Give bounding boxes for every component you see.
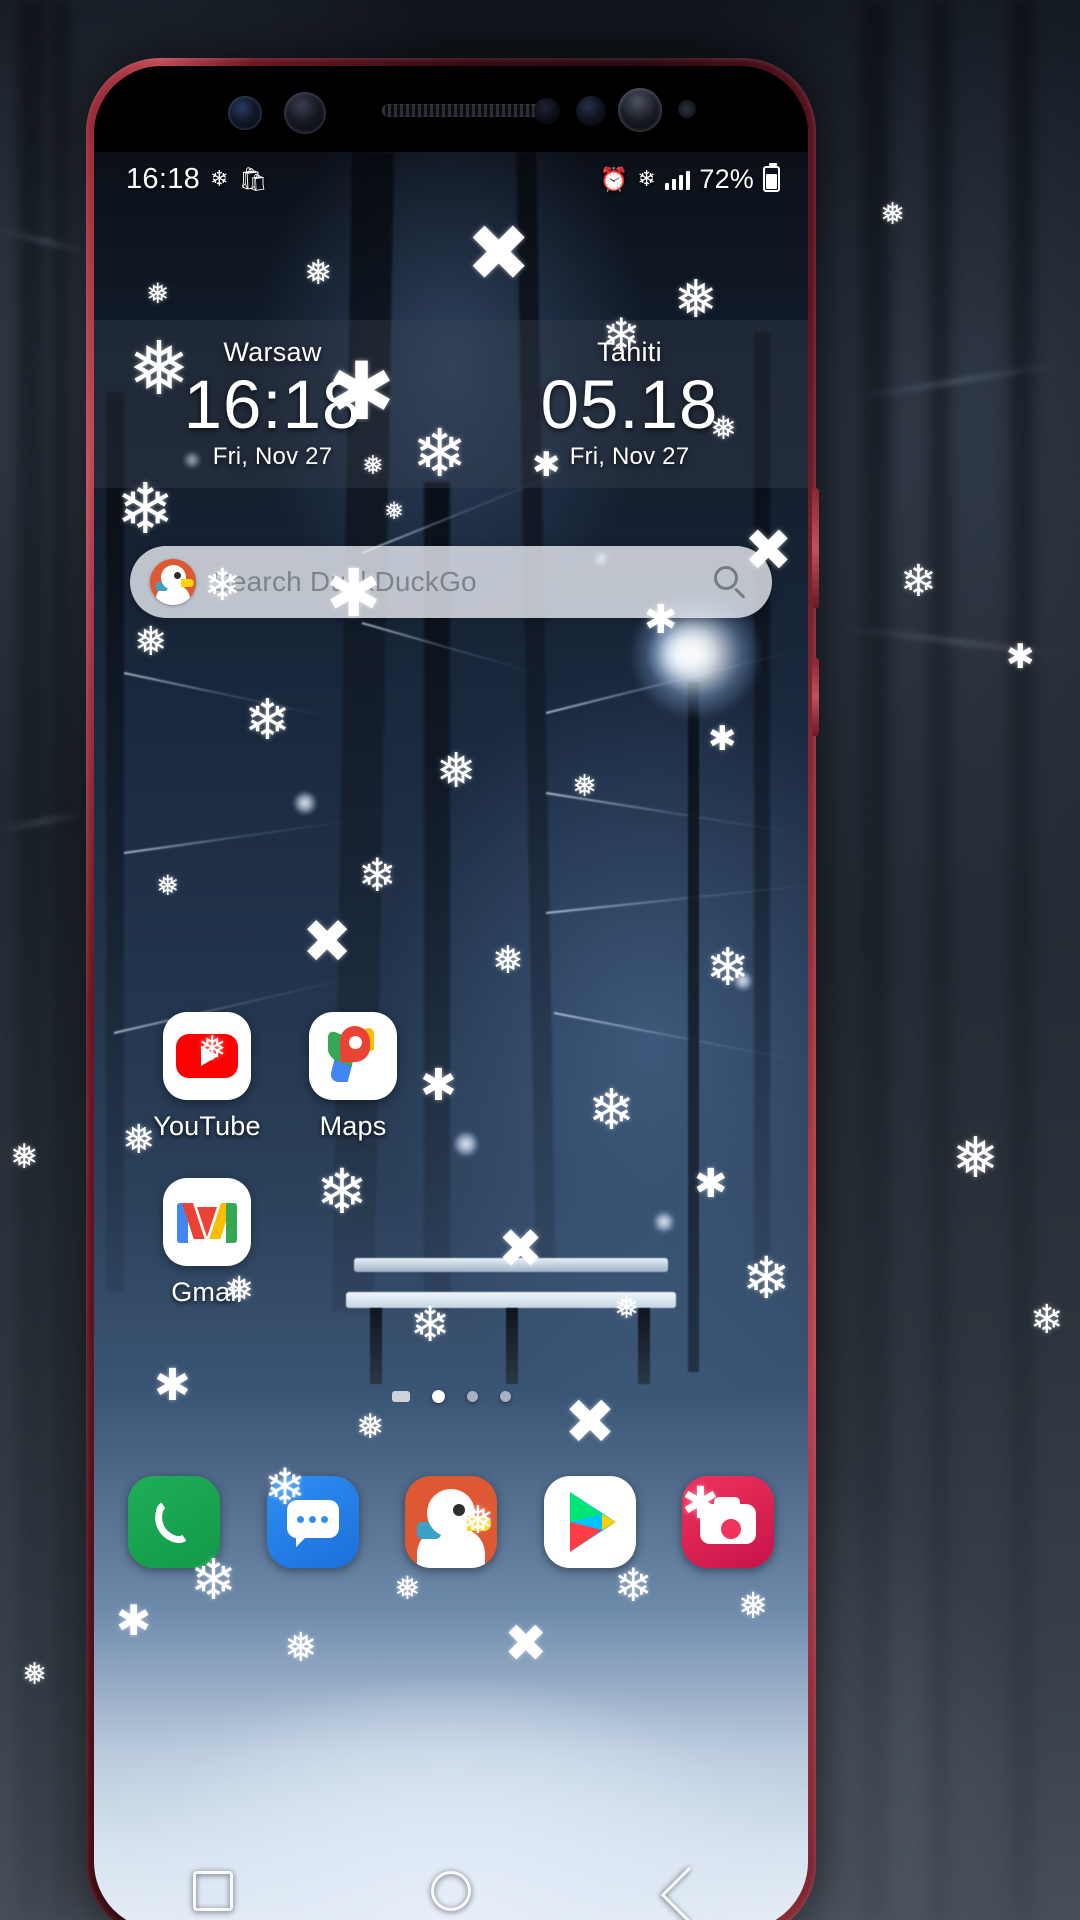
light-sensor-icon — [576, 96, 606, 126]
earpiece-speaker — [382, 104, 542, 117]
clock-time: 16:18 — [183, 365, 362, 443]
back-icon[interactable] — [660, 1866, 718, 1920]
page-dot-3[interactable] — [499, 1391, 511, 1402]
play-store-icon[interactable] — [543, 1476, 636, 1568]
search-icon[interactable] — [712, 564, 748, 600]
wallpaper-branch — [123, 672, 330, 718]
page-dot-1[interactable] — [431, 1390, 445, 1403]
camera-icon[interactable] — [682, 1476, 774, 1568]
bokeh-light — [294, 792, 316, 814]
home-icon[interactable] — [431, 1871, 471, 1911]
status-bar: 16:18 ❄ 🛍 ⏰ ❄ 72% — [94, 152, 808, 206]
battery-percentage-label: 72% — [699, 163, 754, 194]
secondary-camera-icon — [618, 88, 662, 132]
screenshot-stage: 16:18 ❄ 🛍 ⏰ ❄ 72% Warsaw 16:18 Fri, Nov … — [0, 0, 1080, 1920]
snowflake-icon: ❄ — [637, 166, 656, 191]
street-lamp-light — [632, 592, 760, 716]
app-label: YouTube — [153, 1111, 261, 1141]
app-label: Maps — [319, 1111, 387, 1141]
duckduckgo-search-bar[interactable]: Search DuckDuckGo — [130, 546, 772, 618]
signal-bars-icon — [664, 169, 691, 190]
status-bar-clock: 16:18 — [126, 162, 201, 195]
alarm-clock-icon: ⏰ — [599, 165, 629, 192]
app-youtube[interactable]: YouTube — [134, 1012, 280, 1142]
background-tree — [930, 0, 950, 1920]
proximity-sensor-icon — [534, 98, 560, 124]
phone-device-frame: 16:18 ❄ 🛍 ⏰ ❄ 72% Warsaw 16:18 Fri, Nov … — [86, 58, 819, 1920]
navigation-bar — [94, 1852, 808, 1920]
background-tree — [52, 0, 68, 1920]
front-camera-icon — [284, 92, 326, 134]
led-indicator-icon — [678, 100, 696, 118]
clock-warsaw[interactable]: Warsaw 16:18 Fri, Nov 27 — [94, 320, 451, 488]
background-tree — [18, 0, 44, 1920]
clock-date: Fri, Nov 27 — [569, 443, 690, 471]
power-button[interactable] — [812, 658, 819, 736]
duckduckgo-icon — [150, 559, 196, 605]
bokeh-light — [734, 972, 752, 990]
phone-icon[interactable] — [128, 1476, 220, 1568]
app-maps[interactable]: Maps — [280, 1012, 426, 1142]
status-bar-right: ⏰ ❄ 72% — [599, 162, 780, 195]
snowflake-icon: ❄ — [210, 166, 229, 191]
recents-icon[interactable] — [193, 1871, 233, 1911]
shopping-bag-icon: 🛍 — [238, 165, 268, 192]
youtube-icon[interactable] — [163, 1012, 251, 1100]
battery-icon — [763, 162, 780, 192]
page-indicator — [94, 1390, 808, 1403]
google-maps-icon[interactable] — [309, 1012, 397, 1100]
dual-clock-widget[interactable]: Warsaw 16:18 Fri, Nov 27 Tahiti 05.18 Fr… — [94, 320, 808, 488]
app-grid: YouTube Maps Gmail — [94, 1012, 808, 1308]
clock-time: 05.18 — [540, 365, 719, 443]
phone-screen: 16:18 ❄ 🛍 ⏰ ❄ 72% Warsaw 16:18 Fri, Nov … — [94, 152, 808, 1920]
app-label: Gmail — [171, 1277, 243, 1307]
clock-tahiti[interactable]: Tahiti 05.18 Fri, Nov 27 — [451, 320, 808, 488]
duckduckgo-icon[interactable] — [405, 1476, 497, 1568]
wallpaper-branch — [123, 819, 352, 854]
clock-city-label: Tahiti — [597, 336, 662, 367]
clock-date: Fri, Nov 27 — [212, 443, 333, 471]
messages-icon[interactable] — [266, 1476, 359, 1568]
app-dock — [94, 1452, 808, 1592]
app-gmail[interactable]: Gmail — [134, 1178, 280, 1308]
background-tree — [860, 0, 890, 1920]
device-sensor-bar — [94, 66, 808, 152]
clock-city-label: Warsaw — [223, 336, 322, 367]
iris-scanner-icon — [228, 96, 262, 130]
phone-bezel: 16:18 ❄ 🛍 ⏰ ❄ 72% Warsaw 16:18 Fri, Nov … — [94, 66, 808, 1920]
background-tree — [1010, 0, 1034, 1920]
app-row: YouTube Maps — [94, 1012, 808, 1142]
app-row: Gmail — [94, 1178, 808, 1308]
gmail-icon[interactable] — [163, 1178, 251, 1266]
volume-button[interactable] — [812, 488, 819, 608]
page-dot-2[interactable] — [466, 1391, 478, 1402]
home-pages-icon[interactable] — [391, 1391, 410, 1402]
search-input[interactable]: Search DuckDuckGo — [212, 566, 696, 598]
status-bar-left: 16:18 ❄ 🛍 — [126, 163, 268, 196]
background-branch — [0, 229, 90, 254]
